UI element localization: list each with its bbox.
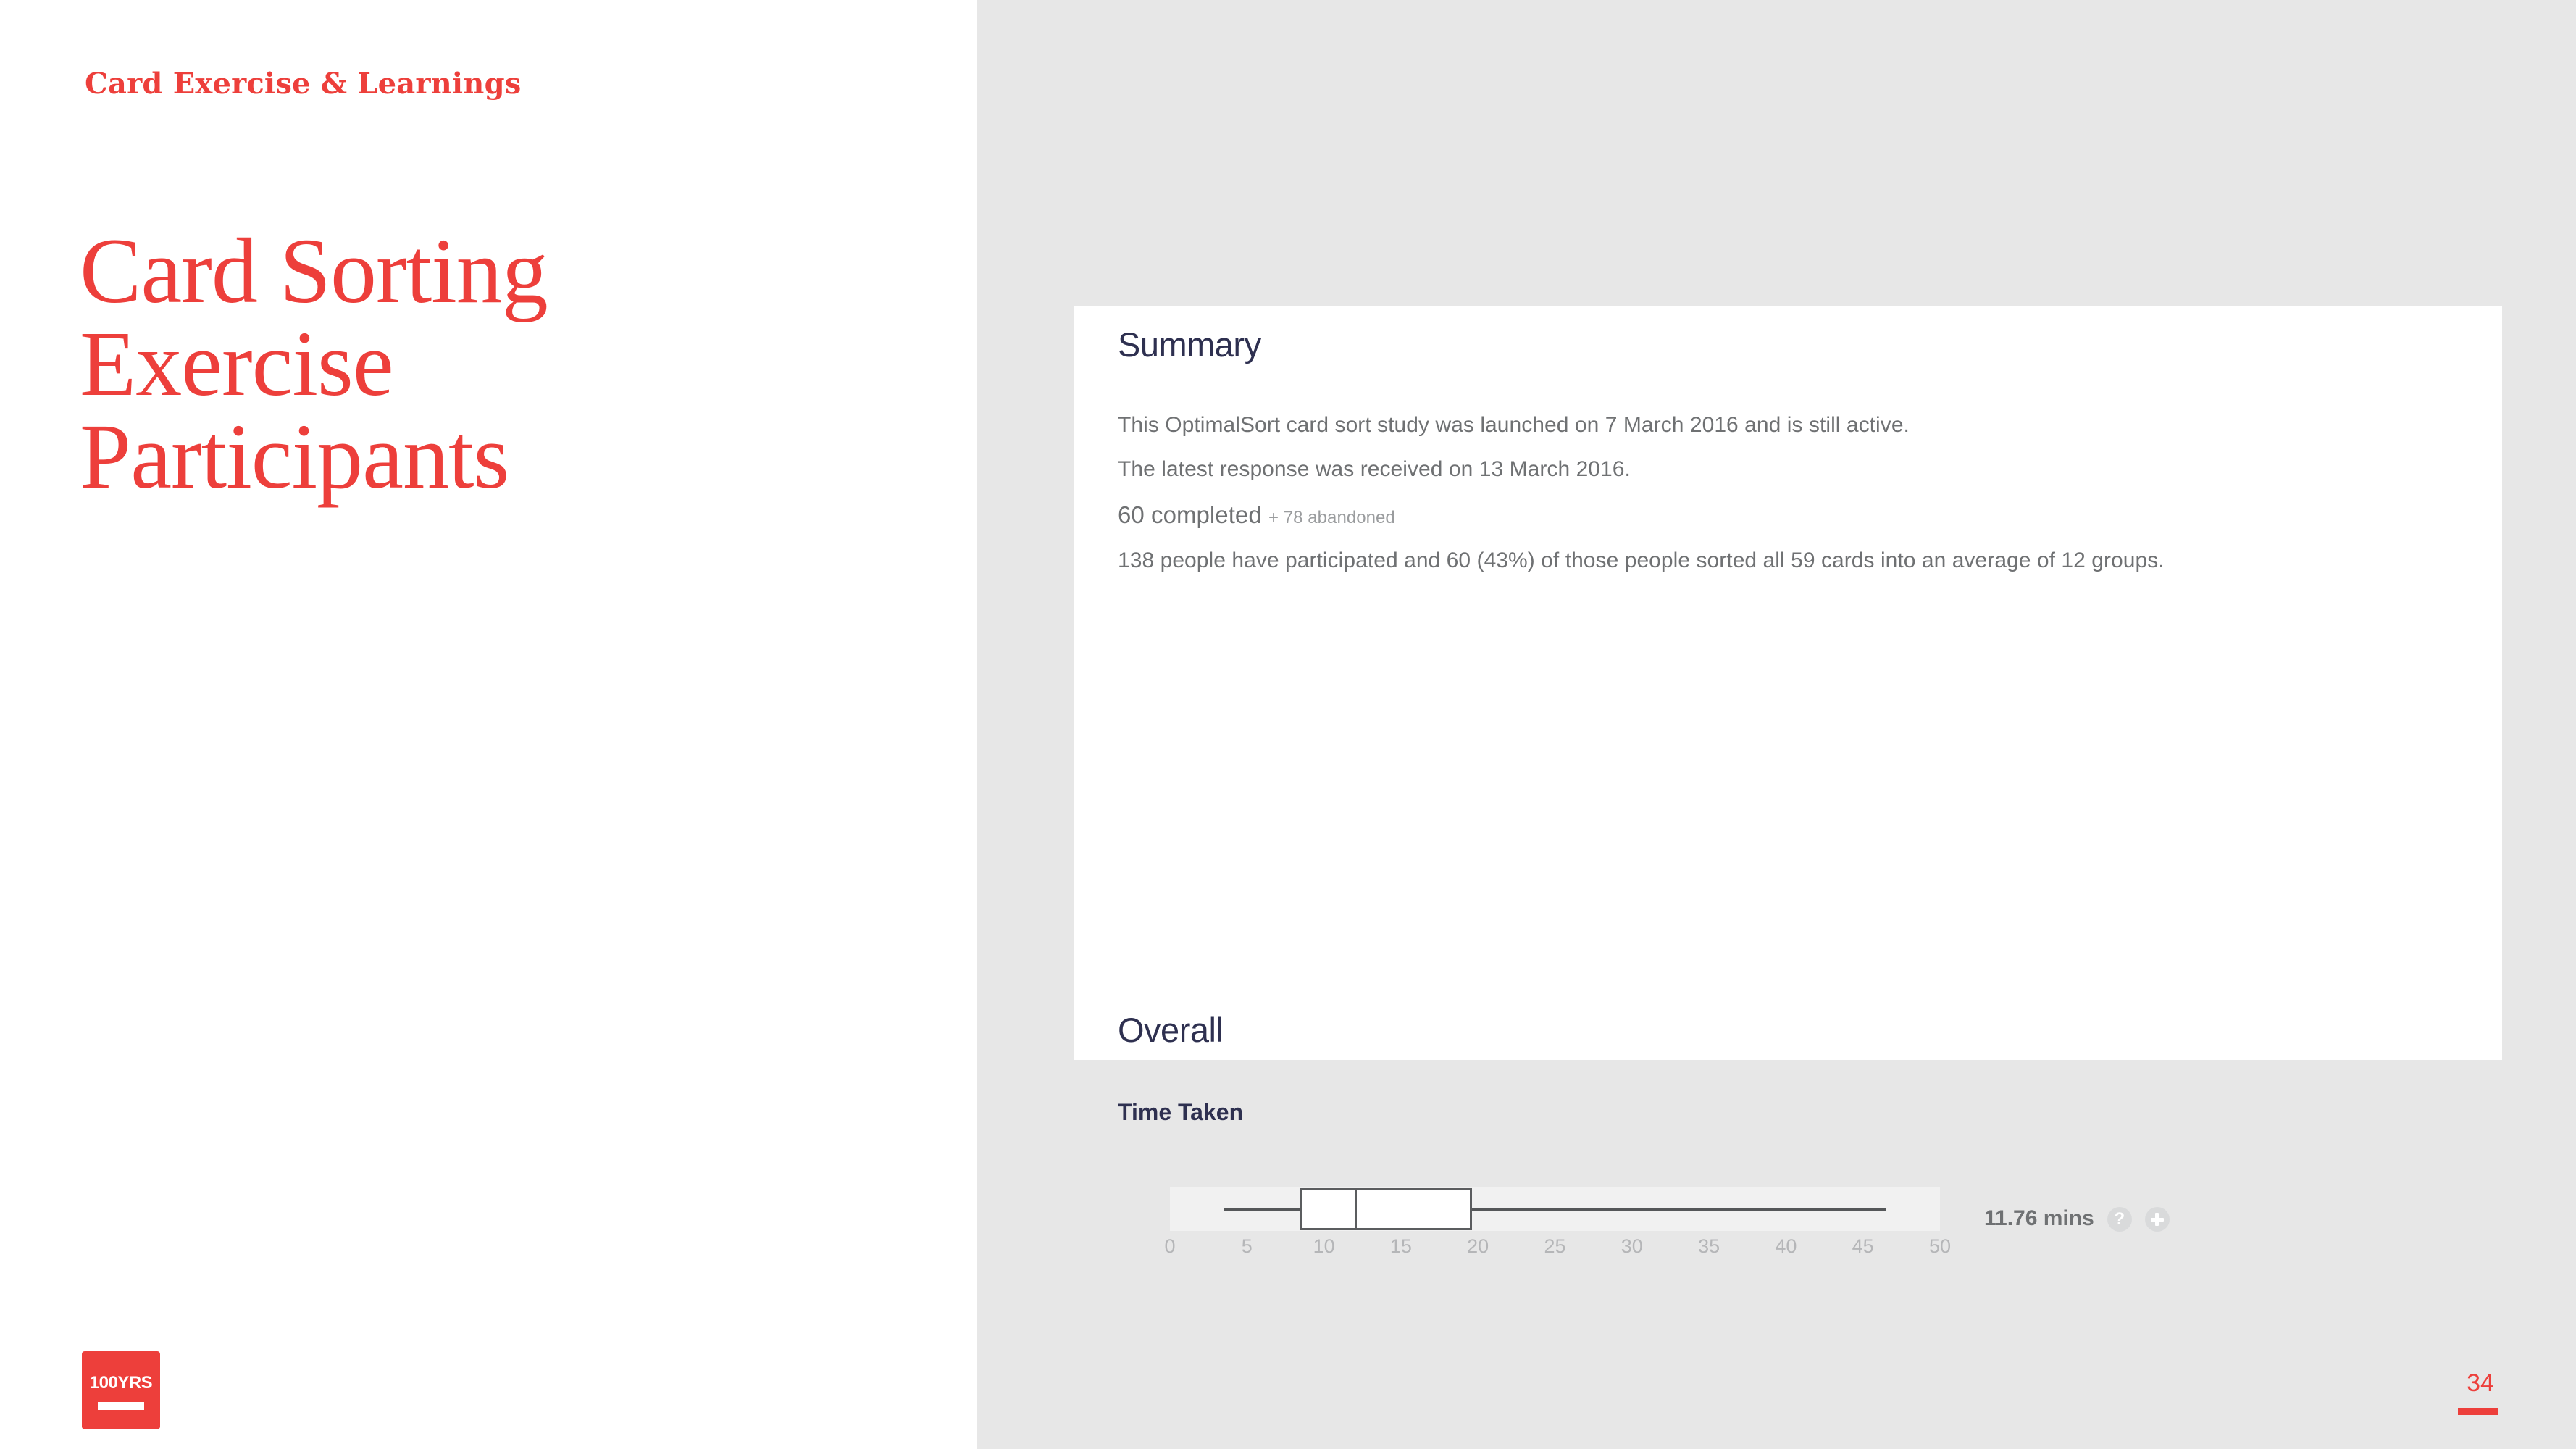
time-taken-label: Time Taken [1118,1099,1244,1125]
time-taken-value-group: 11.76 mins? [1984,1206,2170,1232]
slide-eyebrow: Card Exercise & Learnings [85,67,522,101]
boxplot-tick-15: 15 [1389,1235,1412,1257]
boxplot-tick-0: 0 [1164,1235,1176,1257]
boxplot-median-line [1355,1188,1358,1230]
boxplot-lower-whisker [1224,1208,1300,1211]
optimalsort-summary-card: Summary This OptimalSort card sort study… [1074,306,2502,1257]
left-pane: Card Exercise & Learnings Card Sorting E… [0,0,977,1449]
boxplot-axis: 0 5 10 15 20 25 30 35 40 45 50 [1164,1235,1951,1264]
card-content: Summary This OptimalSort card sort study… [1118,306,2502,1257]
summary-line-latest-response: The latest response was received on 13 M… [1118,457,1631,481]
summary-line-participation: 138 people have participated and 60 (43%… [1118,548,2165,572]
logo-100yrs: 100YRS [82,1351,160,1429]
abandoned-count: + 78 abandoned [1268,508,1395,527]
summary-heading: Summary [1118,325,1261,364]
summary-text-block: This OptimalSort card sort study was lau… [1118,413,2472,593]
boxplot-iqr-box [1299,1188,1472,1230]
page-title-line-1: Card Sorting [80,220,548,322]
time-taken-boxplot: 0 5 10 15 20 25 30 35 40 45 50 [1164,1187,1951,1257]
help-question-glyph: ? [2114,1209,2125,1229]
overall-heading: Overall [1118,1011,1224,1049]
boxplot-tick-45: 45 [1852,1235,1874,1257]
plus-circle-icon[interactable] [2144,1207,2170,1232]
boxplot-tick-5: 5 [1241,1235,1253,1257]
slide: Card Exercise & Learnings Card Sorting E… [0,0,2576,1449]
boxplot-tick-40: 40 [1775,1235,1797,1257]
boxplot-tick-25: 25 [1544,1235,1566,1257]
boxplot-tick-20: 20 [1467,1235,1489,1257]
completed-count: 60 completed [1118,501,1262,528]
boxplot-tick-10: 10 [1313,1235,1335,1257]
boxplot-upper-whisker [1471,1208,1886,1211]
logo-text: 100YRS [89,1373,153,1392]
page-number: 34 [2467,1369,2494,1397]
page-title: Card Sorting Exercise Participants [80,225,840,503]
summary-line-launched: This OptimalSort card sort study was lau… [1118,413,1910,437]
page-number-rule [2458,1408,2498,1415]
page-title-line-3: Participants [80,405,509,508]
summary-line-counts: 60 completed + 78 abandoned [1118,501,2472,529]
boxplot-tick-50: 50 [1928,1235,1952,1257]
plus-vertical-bar [2155,1213,2159,1227]
page-title-line-2: Exercise [80,312,394,415]
boxplot-tick-35: 35 [1698,1235,1720,1257]
boxplot-tick-30: 30 [1621,1235,1643,1257]
logo-underline-bar [98,1402,144,1410]
time-taken-value: 11.76 mins [1984,1206,2094,1230]
help-circle-icon[interactable]: ? [2107,1207,2132,1232]
